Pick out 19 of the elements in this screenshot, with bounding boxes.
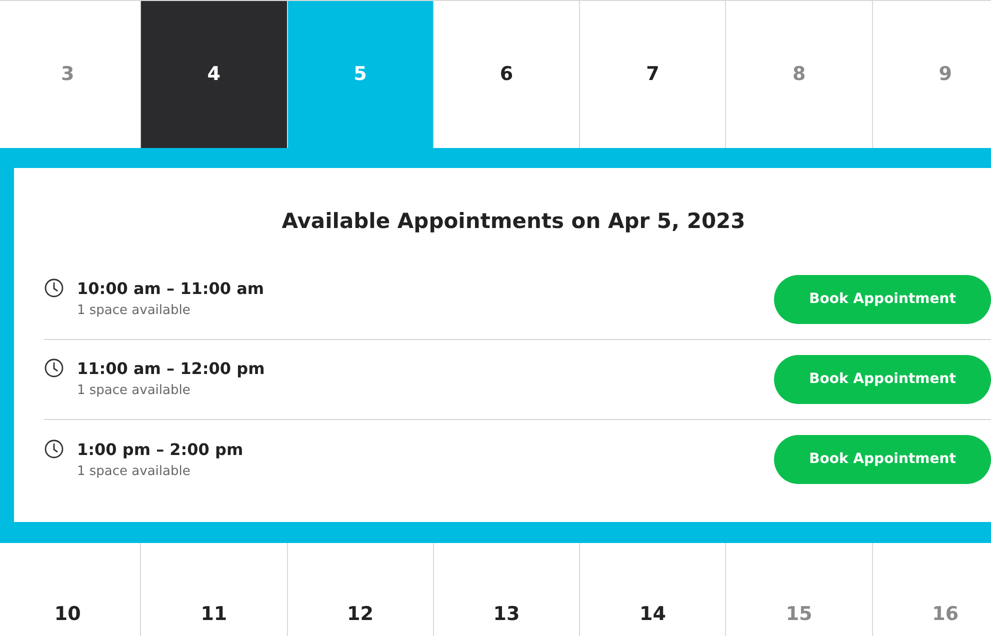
appointments-title: Available Appointments on Apr 5, 2023 <box>280 208 746 235</box>
day-cell[interactable]: 9 <box>872 0 991 148</box>
clock-icon <box>44 438 64 459</box>
day-cell[interactable]: 7 <box>579 0 726 148</box>
availability-text: 1 space available <box>77 382 192 400</box>
clock-icon <box>44 278 64 298</box>
time-range: 11:00 am – 12:00 pm <box>77 358 265 380</box>
day-cell[interactable]: 6 <box>432 0 580 148</box>
availability-text: 1 space available <box>77 462 192 481</box>
clock-icon <box>44 358 64 378</box>
day-cell[interactable]: 8 <box>725 0 872 148</box>
book-button[interactable]: Book Appointment <box>774 274 991 324</box>
book-button[interactable]: Book Appointment <box>774 354 991 404</box>
book-button[interactable]: Book Appointment <box>774 435 991 484</box>
day-cell[interactable]: 5 <box>286 0 433 148</box>
day-cell[interactable]: 4 <box>140 0 287 148</box>
time-range: 1:00 pm – 2:00 pm <box>77 438 244 461</box>
time-range: 10:00 am – 11:00 am <box>77 278 264 300</box>
availability-text: 1 space available <box>77 302 192 320</box>
